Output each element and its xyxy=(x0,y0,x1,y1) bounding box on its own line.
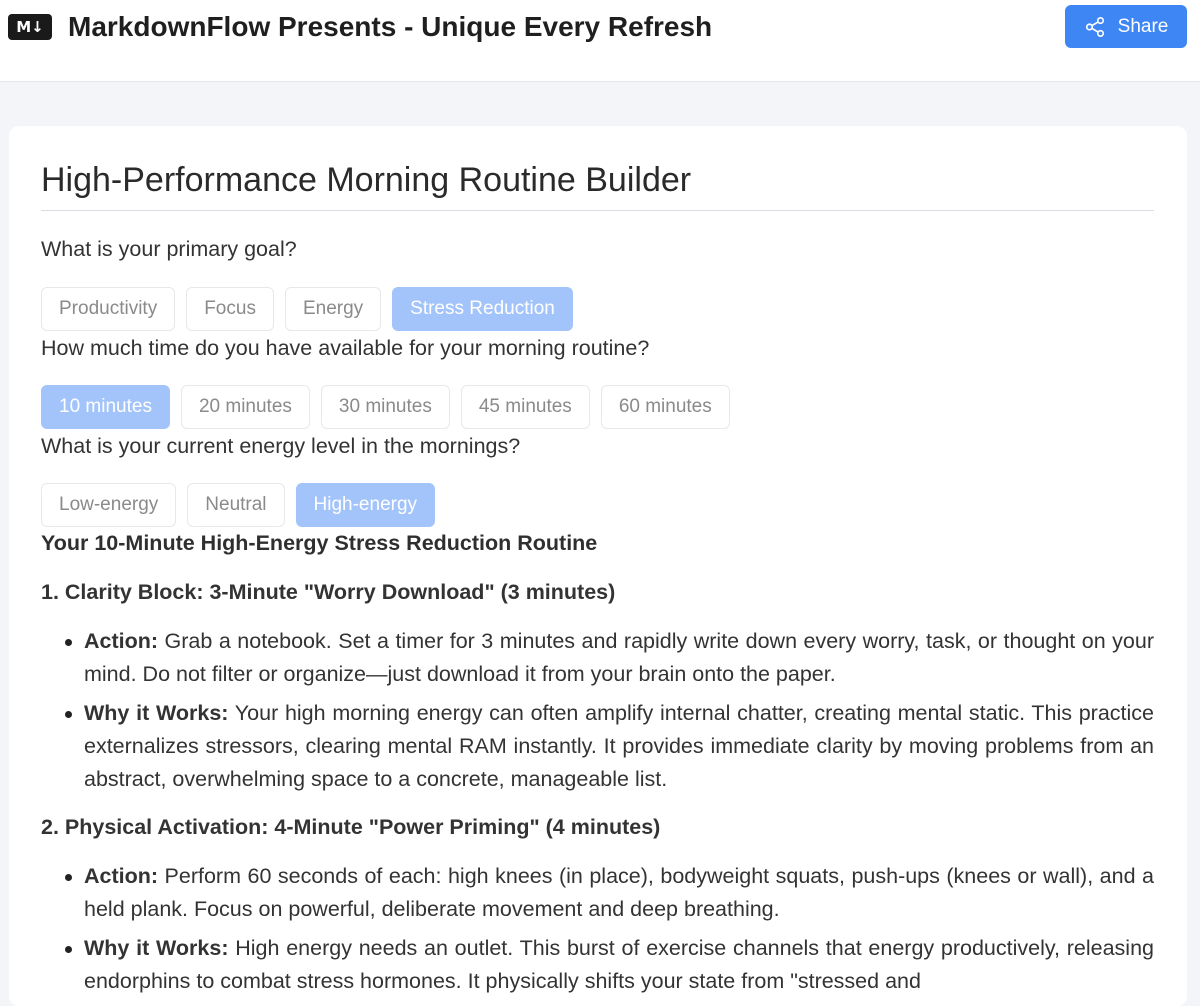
list-item: Action: Grab a notebook. Set a timer for… xyxy=(41,625,1154,691)
title-divider xyxy=(41,210,1154,211)
option-focus[interactable]: Focus xyxy=(186,287,274,331)
routine-title: Your 10-Minute High-Energy Stress Reduct… xyxy=(41,531,598,555)
option-30-minutes[interactable]: 30 minutes xyxy=(320,385,450,429)
item-label: Why it Works: xyxy=(84,936,229,960)
option-20-minutes[interactable]: 20 minutes xyxy=(180,385,310,429)
question-energy: What is your current energy level in the… xyxy=(41,434,521,458)
item-label: Why it Works: xyxy=(84,701,229,725)
option-productivity[interactable]: Productivity xyxy=(41,287,176,331)
option-low-energy[interactable]: Low-energy xyxy=(41,483,177,527)
option-10-minutes[interactable]: 10 minutes xyxy=(41,385,170,429)
share-button[interactable]: Share xyxy=(1065,5,1187,48)
app-title: MarkdownFlow Presents - Unique Every Ref… xyxy=(68,11,713,42)
option-energy[interactable]: Energy xyxy=(284,287,382,331)
options-time: 10 minutes 20 minutes 30 minutes 45 minu… xyxy=(41,385,730,429)
share-icon xyxy=(1085,16,1104,37)
list-item: Why it Works: High energy needs an outle… xyxy=(41,932,1154,998)
option-neutral[interactable]: Neutral xyxy=(187,483,285,527)
section-list: Action: Grab a notebook. Set a timer for… xyxy=(41,625,1154,802)
option-high-energy[interactable]: High-energy xyxy=(295,483,436,527)
option-45-minutes[interactable]: 45 minutes xyxy=(460,385,590,429)
item-text: Grab a notebook. Set a timer for 3 minut… xyxy=(84,629,1154,686)
page-title: High-Performance Morning Routine Builder xyxy=(41,161,692,199)
options-goal: Productivity Focus Energy Stress Reducti… xyxy=(41,287,573,331)
markdown-logo-icon: M↓ xyxy=(8,14,52,40)
question-goal: What is your primary goal? xyxy=(41,237,297,261)
item-text: Perform 60 seconds of each: high knees (… xyxy=(84,864,1154,921)
item-label: Action: xyxy=(84,864,159,888)
item-label: Action: xyxy=(84,629,159,653)
list-item: Why it Works: Your high morning energy c… xyxy=(41,697,1154,796)
section-heading: 1. Clarity Block: 3-Minute "Worry Downlo… xyxy=(41,580,616,604)
question-time: How much time do you have available for … xyxy=(41,336,650,360)
option-60-minutes[interactable]: 60 minutes xyxy=(600,385,730,429)
section-heading: 2. Physical Activation: 4-Minute "Power … xyxy=(41,815,661,839)
options-energy: Low-energy Neutral High-energy xyxy=(41,483,436,527)
section-list: Action: Perform 60 seconds of each: high… xyxy=(41,860,1154,1004)
item-text: High energy needs an outlet. This burst … xyxy=(84,936,1154,993)
top-bar: M↓ MarkdownFlow Presents - Unique Every … xyxy=(0,0,1200,82)
share-label: Share xyxy=(1117,15,1169,37)
option-stress-reduction[interactable]: Stress Reduction xyxy=(392,287,573,331)
list-item: Action: Perform 60 seconds of each: high… xyxy=(41,860,1154,926)
content-card: High-Performance Morning Routine Builder… xyxy=(9,126,1187,1006)
item-text: Your high morning energy can often ampli… xyxy=(84,701,1154,791)
